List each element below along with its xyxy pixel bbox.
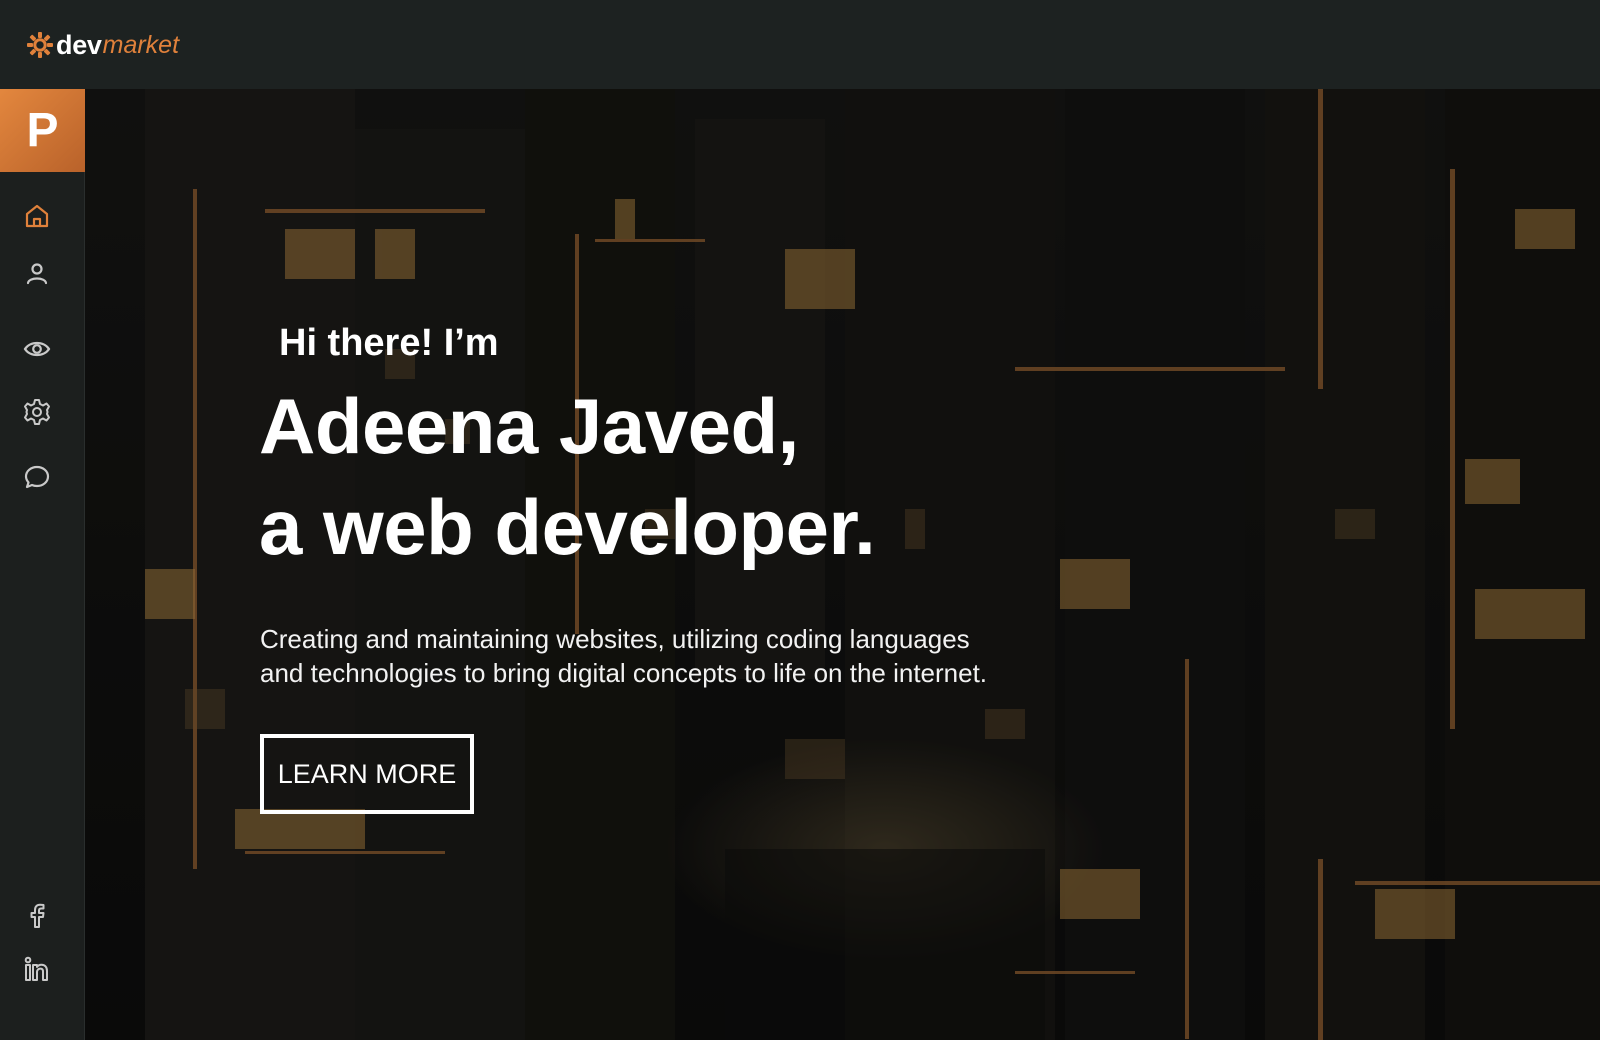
hero-role: a web developer. <box>259 483 876 571</box>
avatar-letter: P <box>26 104 59 157</box>
facebook-icon[interactable] <box>22 900 52 930</box>
brand-name-market: market <box>102 30 180 59</box>
hero-name: Adeena Javed, <box>259 382 799 470</box>
hero-description-line-1: Creating and maintaining websites, utili… <box>260 624 970 654</box>
brand-logo[interactable]: dev market <box>26 28 179 62</box>
brand-name-dev: dev <box>56 29 102 60</box>
sidebar: P <box>0 89 85 1040</box>
user-icon[interactable] <box>22 259 52 289</box>
hero-section: Hi there! I’m Adeena Javed, a web develo… <box>85 89 1600 1040</box>
gear-icon[interactable] <box>22 397 52 427</box>
learn-more-button[interactable]: LEARN MORE <box>260 734 474 814</box>
hero-description: Creating and maintaining websites, utili… <box>260 622 1140 690</box>
home-icon[interactable] <box>22 201 52 231</box>
linkedin-icon[interactable] <box>22 954 52 984</box>
avatar[interactable]: P <box>0 89 85 172</box>
hero-description-line-2: and technologies to bring digital concep… <box>260 658 988 688</box>
chat-icon[interactable] <box>22 462 52 492</box>
hero-greeting: Hi there! I’m <box>279 322 499 364</box>
gear-sun-icon <box>26 31 54 59</box>
eye-icon[interactable] <box>22 334 52 364</box>
top-bar: dev market <box>0 0 1600 89</box>
